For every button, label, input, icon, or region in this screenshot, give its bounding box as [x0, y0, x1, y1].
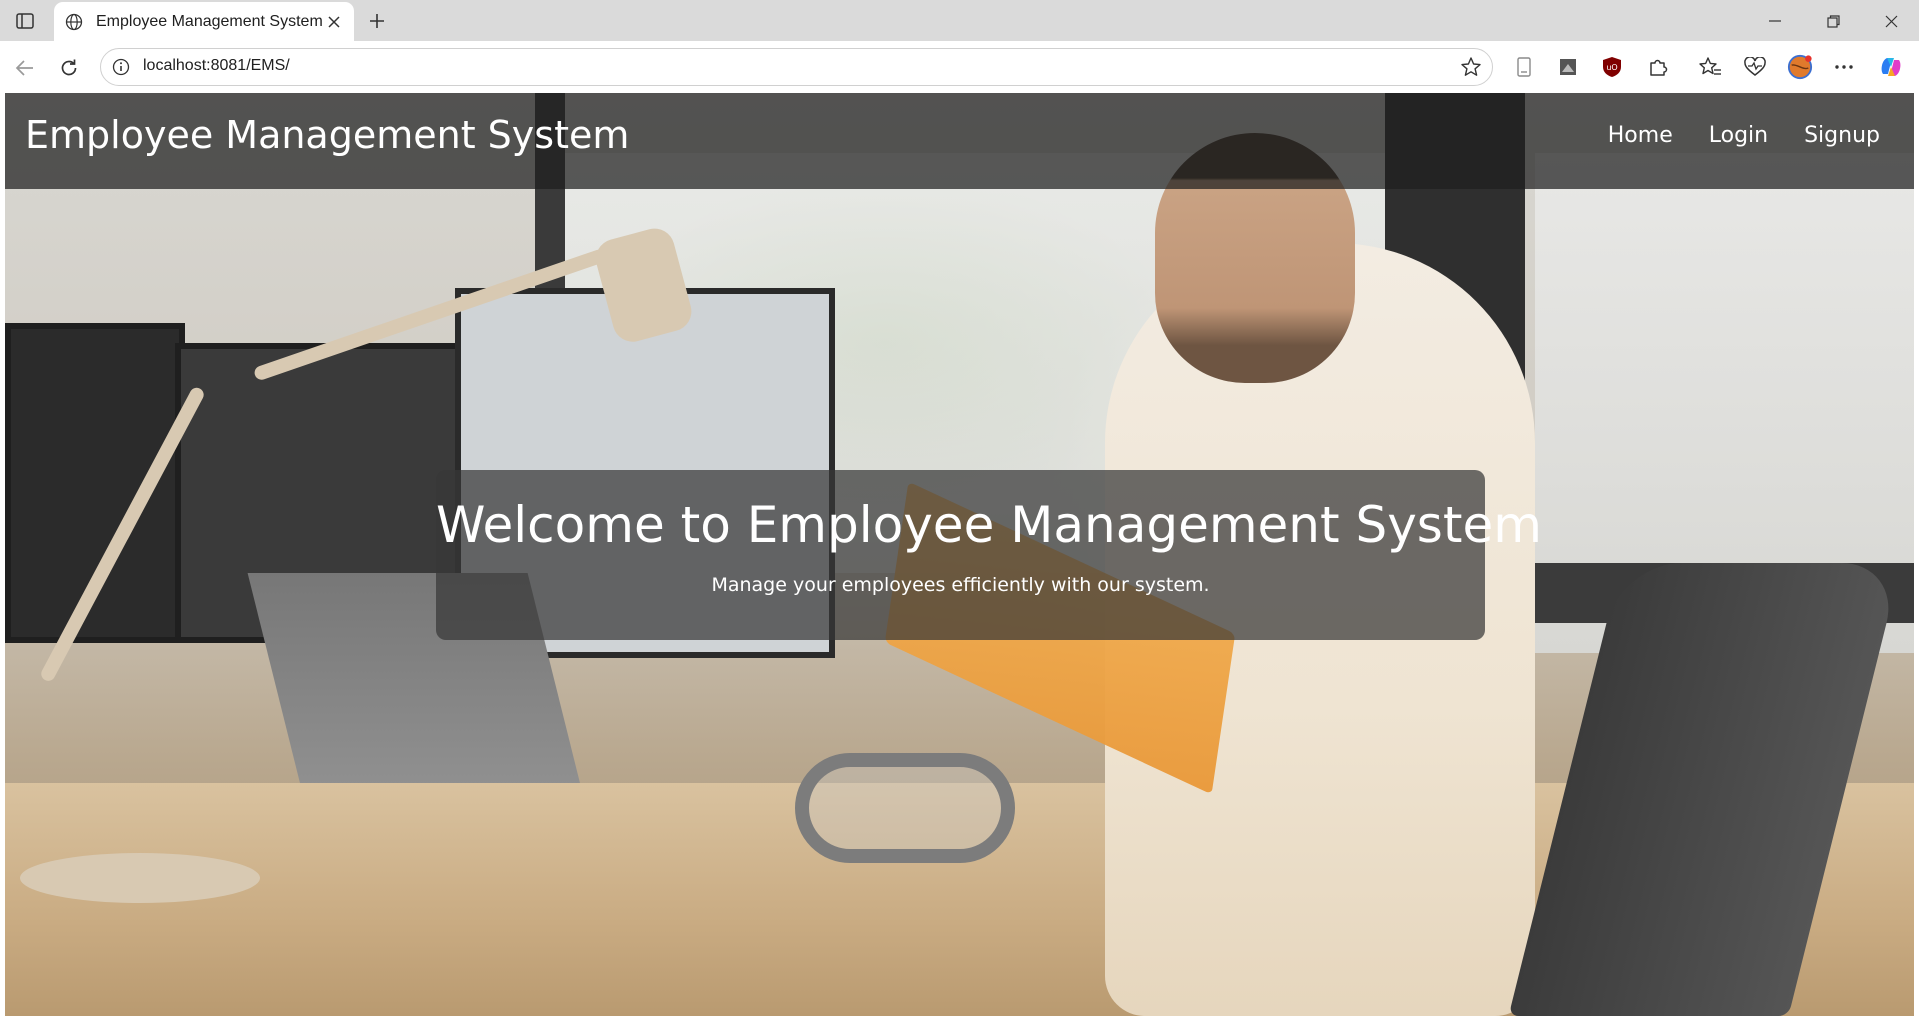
globe-icon: [64, 12, 84, 32]
nav-link-signup[interactable]: Signup: [1804, 123, 1880, 148]
back-arrow-icon[interactable]: [10, 53, 40, 83]
hero-subtitle: Manage your employees efficiently with o…: [711, 574, 1210, 596]
nav-links: Home Login Signup: [1608, 123, 1880, 148]
reload-icon[interactable]: [54, 53, 84, 83]
browser-chrome: Employee Management System localhost:808…: [0, 0, 1919, 93]
nav-link-home[interactable]: Home: [1608, 123, 1673, 148]
bookmark-icon[interactable]: [1555, 54, 1581, 80]
puzzle-icon[interactable]: [1645, 54, 1671, 80]
hero-title: Welcome to Employee Management System: [436, 496, 1542, 554]
profile-avatar-icon[interactable]: [1787, 54, 1813, 80]
plus-icon[interactable]: [363, 8, 391, 34]
star-icon[interactable]: [1460, 56, 1482, 78]
address-bar[interactable]: localhost:8081/EMS/: [100, 48, 1493, 86]
close-icon[interactable]: [324, 12, 344, 32]
browser-toolbar: localhost:8081/EMS/ uO: [0, 41, 1919, 93]
copilot-icon[interactable]: [1878, 54, 1904, 80]
nav-link-login[interactable]: Login: [1709, 123, 1768, 148]
info-icon[interactable]: [111, 57, 131, 77]
minimize-icon[interactable]: [1752, 6, 1798, 36]
browser-tab-active[interactable]: Employee Management System: [54, 2, 354, 41]
restore-icon[interactable]: [1810, 6, 1856, 36]
hero-banner: Welcome to Employee Management System Ma…: [436, 470, 1542, 640]
more-icon[interactable]: [1831, 54, 1857, 80]
favorites-icon[interactable]: [1697, 54, 1723, 80]
health-icon[interactable]: [1742, 54, 1768, 80]
tab-strip: Employee Management System: [0, 0, 1919, 41]
reading-view-icon[interactable]: [1511, 54, 1537, 80]
ublock-icon[interactable]: uO: [1599, 54, 1625, 80]
site-navbar: Employee Management System Home Login Si…: [5, 93, 1914, 189]
web-page: Employee Management System Home Login Si…: [5, 93, 1914, 1016]
tab-sidebar-icon[interactable]: [10, 8, 40, 34]
window-close-icon[interactable]: [1868, 6, 1914, 36]
background-lamp: [20, 853, 260, 903]
tab-title: Employee Management System: [96, 12, 323, 30]
background-headphones: [795, 753, 1015, 863]
svg-text:uO: uO: [1606, 63, 1617, 72]
address-url[interactable]: localhost:8081/EMS/: [143, 57, 290, 75]
site-brand[interactable]: Employee Management System: [25, 113, 629, 157]
